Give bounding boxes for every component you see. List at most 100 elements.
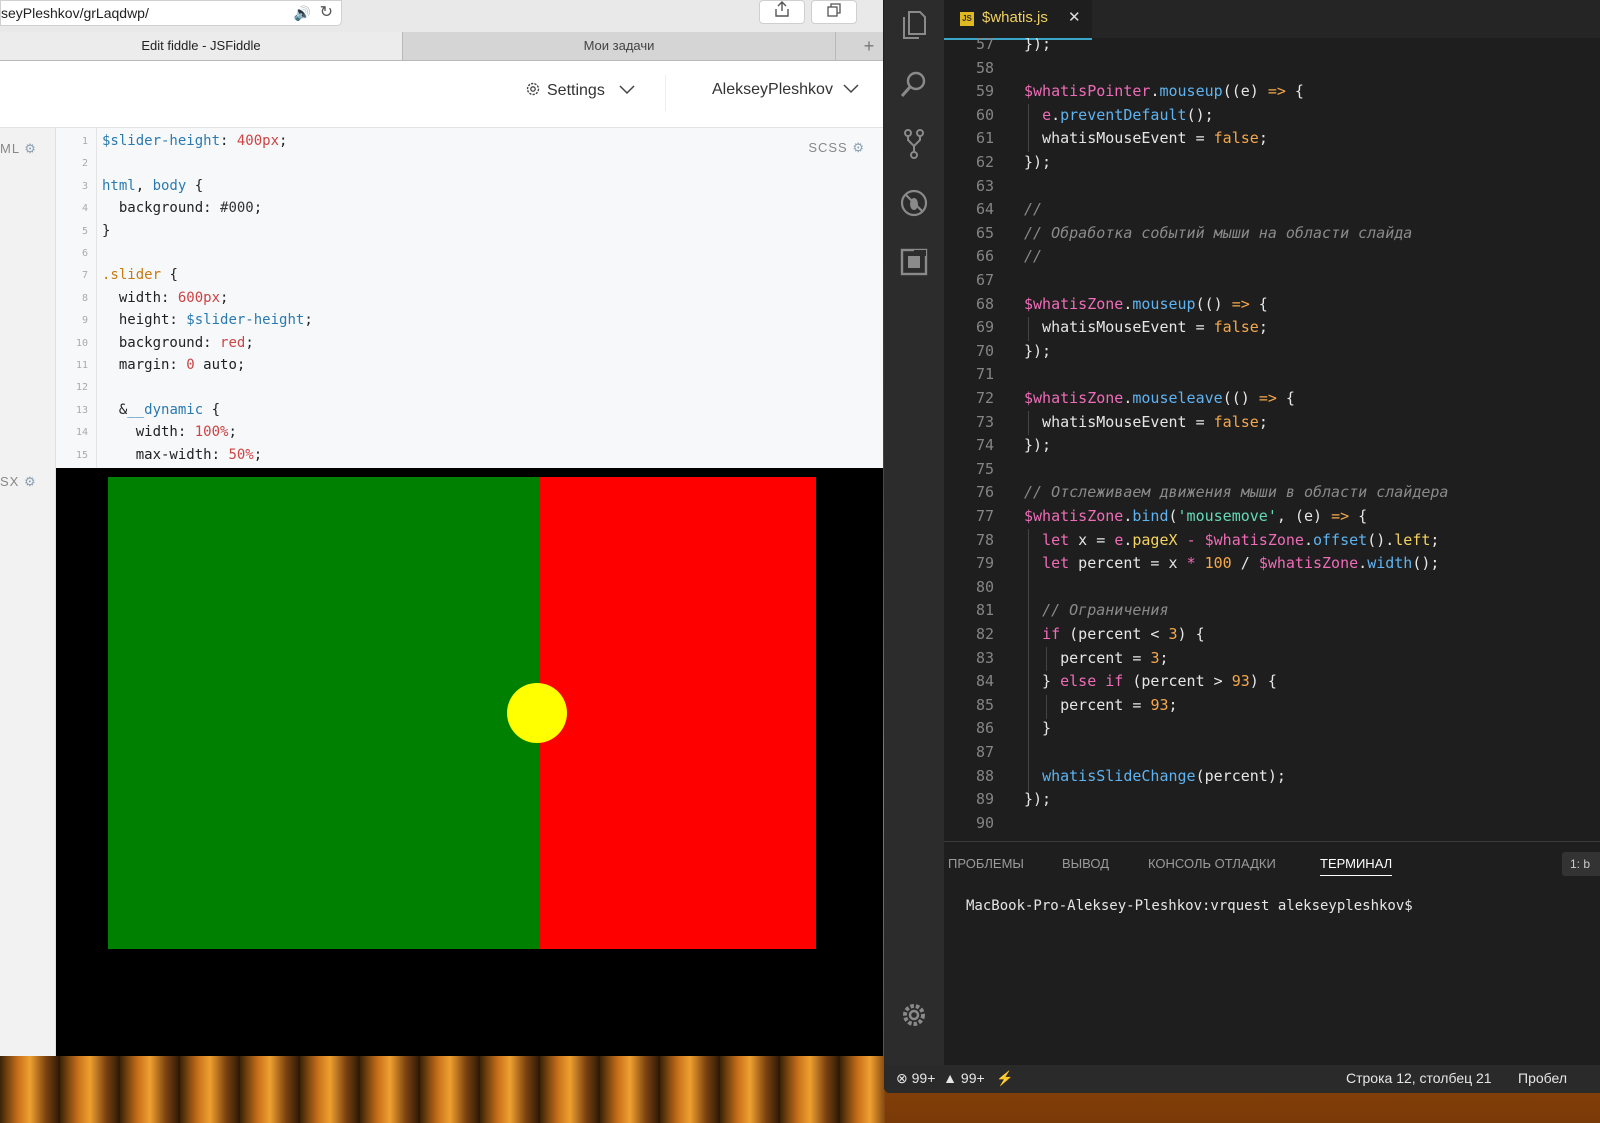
code-line[interactable]: 87: [944, 740, 1600, 764]
username-label: AlekseyPleshkov: [712, 81, 833, 98]
tab-terminal[interactable]: ТЕРМИНАЛ: [1320, 856, 1393, 876]
code-text: background: red;: [102, 334, 254, 351]
code-line[interactable]: 8 width: 600px;: [56, 287, 883, 310]
source-control-icon[interactable]: [898, 128, 930, 160]
code-line[interactable]: 57});: [944, 38, 1600, 56]
search-icon[interactable]: [898, 70, 930, 102]
tab-output[interactable]: ВЫВОД: [1062, 856, 1109, 871]
indent-guide: [1046, 647, 1047, 671]
tab-label: Edit fiddle - JSFiddle: [141, 38, 261, 53]
terminal-prompt[interactable]: MacBook-Pro-Aleksey-Pleshkov:vrquest ale…: [966, 898, 1413, 914]
code-editor[interactable]: 57}); 58 59 $whatisPointer.mouseup((e) => {…: [944, 38, 1600, 841]
tab-my-tasks[interactable]: Мои задачи: [403, 32, 836, 60]
code-line[interactable]: 73 whatisMouseEvent = false;: [944, 410, 1600, 434]
code-text: $whatisZone.mouseleave(() => {: [1024, 389, 1295, 407]
code-line[interactable]: 65 // Обработка событий мыши на области с…: [944, 221, 1600, 245]
code-line[interactable]: 7 .slider {: [56, 264, 883, 287]
tab-problems[interactable]: ПРОБЛЕМЫ: [948, 856, 1024, 871]
debug-icon[interactable]: [898, 188, 930, 220]
code-line[interactable]: 84 } else if (percent > 93) {: [944, 669, 1600, 693]
code-line[interactable]: 66 //: [944, 244, 1600, 268]
code-line[interactable]: 58: [944, 56, 1600, 80]
line-number: 87: [975, 743, 994, 761]
code-line[interactable]: 59 $whatisPointer.mouseup((e) => {: [944, 79, 1600, 103]
code-line[interactable]: 85 percent = 93;: [944, 693, 1600, 717]
code-text: $whatisZone.mouseup(() => {: [1024, 294, 1268, 313]
code-line[interactable]: 13 &__dynamic {: [56, 399, 883, 422]
tab-edit-fiddle[interactable]: Edit fiddle - JSFiddle: [0, 32, 403, 60]
code-text: .slider {: [102, 267, 178, 284]
line-number: 83: [975, 648, 994, 667]
code-line[interactable]: 9 height: $slider-height;: [56, 309, 883, 332]
code-line[interactable]: 64 //: [944, 197, 1600, 221]
code-line[interactable]: 5}: [56, 220, 883, 243]
code-line[interactable]: 71: [944, 362, 1600, 386]
line-number: 79: [975, 554, 994, 573]
tabs-overview-button[interactable]: [811, 0, 857, 24]
scss-editor[interactable]: 1 $slider-height: 400px; 2 3 html, body {4 b…: [56, 128, 883, 468]
user-menu-button[interactable]: AlekseyPleshkov: [712, 81, 859, 99]
code-line[interactable]: 15 max-width: 50%;: [56, 444, 883, 467]
code-line[interactable]: 74});: [944, 433, 1600, 457]
line-number: 8: [81, 292, 88, 304]
speaker-icon[interactable]: 🔊: [294, 1, 311, 25]
bolt-icon[interactable]: ⚡: [996, 1070, 1013, 1087]
indentation-status[interactable]: Пробел: [1518, 1070, 1567, 1086]
terminal-selector[interactable]: 1: b: [1562, 852, 1600, 876]
code-line[interactable]: 77 $whatisZone.bind('mousemove', (e) => {: [944, 504, 1600, 528]
code-line[interactable]: 10 background: red;: [56, 332, 883, 355]
code-line[interactable]: 63: [944, 174, 1600, 198]
manage-gear-icon[interactable]: [898, 1002, 930, 1034]
close-icon[interactable]: ✕: [1068, 8, 1081, 26]
code-line[interactable]: 72 $whatisZone.mouseleave(() => {: [944, 386, 1600, 410]
reload-icon[interactable]: ↻: [320, 1, 333, 25]
tab-whatis-js[interactable]: JS $whatis.js ✕: [944, 0, 1092, 40]
code-line[interactable]: 1 $slider-height: 400px;: [56, 130, 883, 153]
code-line[interactable]: 3 html, body {: [56, 175, 883, 198]
tab-debug-console[interactable]: КОНСОЛЬ ОТЛАДКИ: [1148, 856, 1276, 871]
code-line[interactable]: 79 let percent = x * 100 / $whatisZone.w…: [944, 551, 1600, 575]
code-text: percent = 93;: [1024, 695, 1178, 714]
code-line[interactable]: 62});: [944, 150, 1600, 174]
line-number: 86: [975, 719, 994, 738]
settings-label: Settings: [547, 82, 605, 99]
code-line[interactable]: 69 whatisMouseEvent = false;: [944, 315, 1600, 339]
code-line[interactable]: 4 background: #000;: [56, 197, 883, 220]
code-line[interactable]: 75: [944, 457, 1600, 481]
html-pane-label: ML ⚙: [0, 141, 37, 156]
line-number: 90: [975, 813, 994, 832]
code-line[interactable]: 14 width: 100%;: [56, 421, 883, 444]
code-line[interactable]: 12: [56, 376, 883, 399]
code-text: let x = e.pageX - $whatisZone.offset().l…: [1042, 530, 1440, 549]
address-bar[interactable]: seyPleshkov/grLaqdwp/ 🔊 ↻: [0, 0, 342, 26]
scss-pane-label[interactable]: SCSS ⚙: [808, 140, 865, 156]
code-line[interactable]: 82 if (percent < 3) {: [944, 622, 1600, 646]
cursor-position[interactable]: Строка 12, столбец 21: [1346, 1070, 1492, 1086]
code-line[interactable]: 80: [944, 575, 1600, 599]
settings-button[interactable]: Settings: [525, 81, 635, 100]
code-line[interactable]: 61 whatisMouseEvent = false;: [944, 126, 1600, 150]
problems-indicator[interactable]: ⊗ 99+ ▲ 99+: [896, 1070, 985, 1087]
code-line[interactable]: 11 margin: 0 auto;: [56, 354, 883, 377]
code-line[interactable]: 88 whatisSlideChange(percent);: [944, 764, 1600, 788]
explorer-icon[interactable]: [898, 10, 930, 42]
code-line[interactable]: 68 $whatisZone.mouseup(() => {: [944, 292, 1600, 316]
code-line[interactable]: 89});: [944, 787, 1600, 811]
code-line[interactable]: 90: [944, 811, 1600, 835]
code-line[interactable]: 81 // Ограничения: [944, 598, 1600, 622]
code-line[interactable]: 83 percent = 3;: [944, 646, 1600, 670]
code-line[interactable]: 67: [944, 268, 1600, 292]
code-line[interactable]: 60 e.preventDefault();: [944, 103, 1600, 127]
share-button[interactable]: [759, 0, 805, 24]
code-line[interactable]: 70});: [944, 339, 1600, 363]
code-line[interactable]: 86 }: [944, 716, 1600, 740]
code-line[interactable]: 78 let x = e.pageX - $whatisZone.offset(…: [944, 528, 1600, 552]
code-line[interactable]: 6: [56, 242, 883, 265]
line-number: 64: [975, 200, 994, 219]
extensions-icon[interactable]: [898, 248, 930, 280]
slider-handle[interactable]: [507, 683, 567, 743]
gear-icon: [526, 82, 540, 96]
code-line[interactable]: 2: [56, 152, 883, 175]
new-tab-button[interactable]: +: [855, 32, 883, 60]
code-line[interactable]: 76 // Отслеживаем движения мыши в области…: [944, 480, 1600, 504]
